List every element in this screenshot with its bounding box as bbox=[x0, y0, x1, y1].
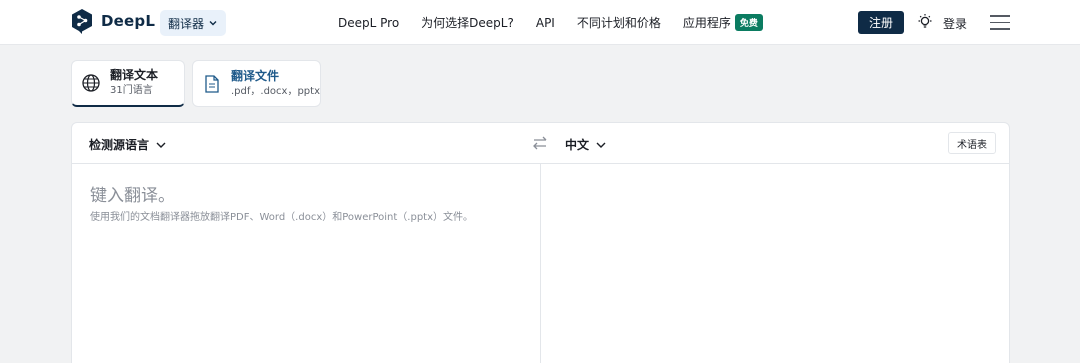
tab-text-block: 翻译文件 .pdf，.docx，pptx bbox=[231, 69, 320, 99]
lightbulb-icon[interactable] bbox=[916, 13, 934, 31]
tab-subtitle: 31门语言 bbox=[110, 85, 153, 96]
main-nav: DeepL Pro 为何选择DeepL? API 不同计划和价格 应用程序 免费 bbox=[338, 0, 785, 45]
chevron-down-icon bbox=[209, 21, 217, 26]
target-language-select[interactable]: 中文 bbox=[565, 136, 607, 153]
translator-panel: 检测源语言 中文 术语表 键入翻译。 使用我们的文档翻译器拖放翻译PDF、Wor… bbox=[71, 122, 1010, 363]
nav-label: DeepL Pro bbox=[338, 15, 400, 30]
swap-languages-icon[interactable] bbox=[531, 135, 549, 151]
nav-api[interactable]: API bbox=[536, 16, 555, 30]
document-drop-hint: 使用我们的文档翻译器拖放翻译PDF、Word（.docx）和PowerPoint… bbox=[90, 212, 474, 223]
translator-menu-label: 翻译器 bbox=[168, 16, 205, 31]
source-language-select[interactable]: 检测源语言 bbox=[89, 136, 167, 153]
chevron-down-icon bbox=[156, 142, 166, 148]
tab-translate-text[interactable]: 翻译文本 31门语言 bbox=[71, 60, 185, 107]
pane-divider bbox=[540, 164, 541, 363]
nav-label: 应用程序 bbox=[682, 16, 731, 30]
globe-icon bbox=[82, 74, 100, 92]
nav-plans-pricing[interactable]: 不同计划和价格 bbox=[577, 14, 661, 31]
free-badge: 免费 bbox=[734, 14, 763, 31]
source-text-input[interactable]: 键入翻译。 bbox=[90, 181, 175, 206]
nav-label: 为何选择DeepL? bbox=[421, 16, 514, 30]
nav-apps[interactable]: 应用程序 免费 bbox=[683, 14, 763, 31]
chevron-down-icon bbox=[596, 142, 606, 148]
tab-text-block: 翻译文本 31门语言 bbox=[110, 68, 158, 98]
language-bar: 检测源语言 中文 术语表 bbox=[72, 123, 1009, 164]
top-header: DeepL 翻译器 DeepL Pro 为何选择DeepL? API 不同计划和… bbox=[0, 0, 1080, 45]
tab-translate-file[interactable]: 翻译文件 .pdf，.docx，pptx bbox=[192, 60, 321, 107]
translator-menu-button[interactable]: 翻译器 bbox=[160, 10, 227, 36]
nav-deepl-pro[interactable]: DeepL Pro bbox=[338, 16, 399, 30]
tab-subtitle: .pdf，.docx，pptx bbox=[231, 85, 320, 97]
login-link[interactable]: 登录 bbox=[943, 15, 967, 32]
brand-name: DeepL bbox=[101, 12, 156, 30]
nav-label: 不同计划和价格 bbox=[576, 16, 661, 30]
document-icon bbox=[205, 74, 219, 93]
glossary-button[interactable]: 术语表 bbox=[948, 132, 996, 154]
nav-why-deepl[interactable]: 为何选择DeepL? bbox=[421, 14, 514, 31]
deepl-logo-icon bbox=[72, 9, 92, 34]
signup-button[interactable]: 注册 bbox=[858, 11, 904, 34]
tab-title: 翻译文本 bbox=[110, 68, 159, 82]
source-language-label: 检测源语言 bbox=[89, 138, 150, 152]
tab-title: 翻译文件 bbox=[231, 68, 280, 83]
target-language-label: 中文 bbox=[565, 138, 590, 152]
nav-label: API bbox=[535, 15, 555, 30]
hamburger-menu-icon[interactable] bbox=[990, 15, 1010, 30]
deepl-logo[interactable]: DeepL bbox=[70, 8, 155, 34]
